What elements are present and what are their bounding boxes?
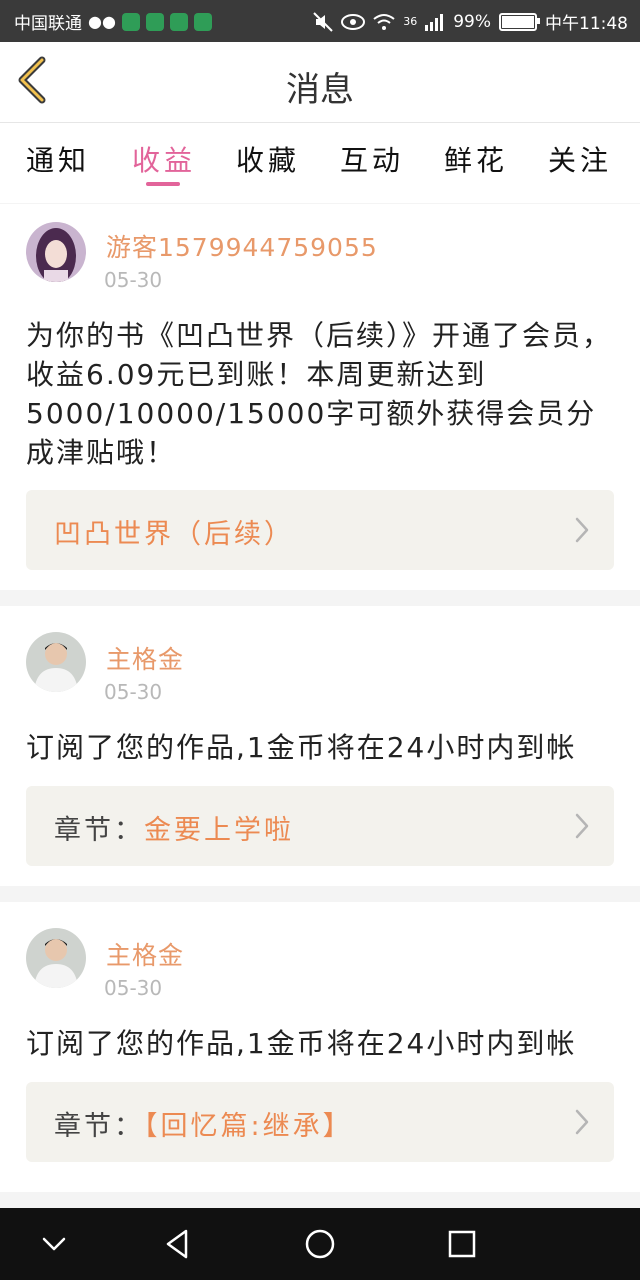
battery-percent: 99% xyxy=(453,11,491,32)
chevron-right-icon xyxy=(575,517,589,543)
chevron-right-icon xyxy=(575,813,589,839)
app-notification-icon xyxy=(193,12,212,31)
clock: 中午11:48 xyxy=(545,14,628,34)
app-notification-icon xyxy=(121,12,140,31)
message-card: 主格金 05-30 订阅了您的作品,1金币将在24小时内到帐 章节：金要上学啦 xyxy=(0,606,640,886)
app-notification-icon xyxy=(145,12,164,31)
link-prefix: 章节： xyxy=(54,815,144,846)
status-bar: 中国联通 ●● 36 99% 中午11:48 xyxy=(0,0,640,42)
chapter-link[interactable]: 章节：【回忆篇:继承】 xyxy=(26,1082,614,1162)
mute-icon xyxy=(313,11,333,32)
signal-icon xyxy=(425,13,444,31)
message-text: 为你的书《凹凸世界（后续）》开通了会员，收益6.09元已到账！本周更新达到500… xyxy=(26,319,613,469)
system-nav-bar xyxy=(0,1208,640,1280)
active-tab-indicator xyxy=(146,182,180,186)
tab-earnings[interactable]: 收益 xyxy=(124,139,204,179)
username[interactable]: 主格金 xyxy=(106,936,184,972)
chapter-link[interactable]: 章节：金要上学啦 xyxy=(26,786,614,866)
status-right: 36 99% 中午11:48 xyxy=(313,9,628,34)
chevron-right-icon xyxy=(575,1109,589,1135)
avatar[interactable] xyxy=(26,632,86,692)
carrier-label: 中国联通 xyxy=(14,14,82,34)
network-type-label: 36 xyxy=(403,15,418,28)
message-card: 主格金 05-30 订阅了您的作品,1金币将在24小时内到帐 章节：【回忆篇:继… xyxy=(0,902,640,1192)
status-left: 中国联通 ●● xyxy=(14,9,212,34)
tab-flowers[interactable]: 鲜花 xyxy=(436,139,516,179)
tab-notifications[interactable]: 通知 xyxy=(18,139,98,179)
circle-home-icon[interactable] xyxy=(300,1224,340,1264)
battery-fill xyxy=(502,15,534,28)
chapter-link-label: 章节：【回忆篇:继承】 xyxy=(54,1104,353,1143)
top-nav-bar: 消息 xyxy=(0,42,640,123)
chevron-down-icon[interactable] xyxy=(34,1224,74,1264)
tab-bar: 通知 收益 收藏 互动 鲜花 关注 xyxy=(0,123,640,203)
eye-icon xyxy=(341,13,366,30)
chapter-link-label: 章节：金要上学啦 xyxy=(54,808,294,847)
message-text: 订阅了您的作品,1金币将在24小时内到帐 xyxy=(26,731,577,764)
battery-icon xyxy=(499,12,540,31)
message-card: 游客1579944759055 05-30 为你的书《凹凸世界（后续）》开通了会… xyxy=(0,204,640,590)
wifi-icon xyxy=(373,13,395,30)
message-text: 订阅了您的作品,1金币将在24小时内到帐 xyxy=(26,1027,577,1060)
book-link-label: 凹凸世界（后续） xyxy=(54,512,294,551)
wechat-icon: ●● xyxy=(88,12,116,31)
message-date: 05-30 xyxy=(104,268,163,292)
avatar[interactable] xyxy=(26,928,86,988)
tab-following[interactable]: 关注 xyxy=(540,139,620,179)
tab-interactions[interactable]: 互动 xyxy=(332,139,412,179)
tab-favorites[interactable]: 收藏 xyxy=(228,139,308,179)
square-recent-icon[interactable] xyxy=(442,1224,482,1264)
username[interactable]: 游客1579944759055 xyxy=(106,228,378,264)
link-prefix: 章节： xyxy=(54,1111,144,1142)
triangle-back-icon[interactable] xyxy=(158,1224,198,1264)
message-date: 05-30 xyxy=(104,680,163,704)
link-value: 【回忆篇:继承】 xyxy=(144,1111,353,1142)
page-title: 消息 xyxy=(286,70,354,110)
link-value: 金要上学啦 xyxy=(144,815,294,846)
message-date: 05-30 xyxy=(104,976,163,1000)
book-link[interactable]: 凹凸世界（后续） xyxy=(26,490,614,570)
username[interactable]: 主格金 xyxy=(106,640,184,676)
app-notification-icon xyxy=(169,12,188,31)
avatar[interactable] xyxy=(26,222,86,282)
link-value: 凹凸世界（后续） xyxy=(54,519,294,550)
